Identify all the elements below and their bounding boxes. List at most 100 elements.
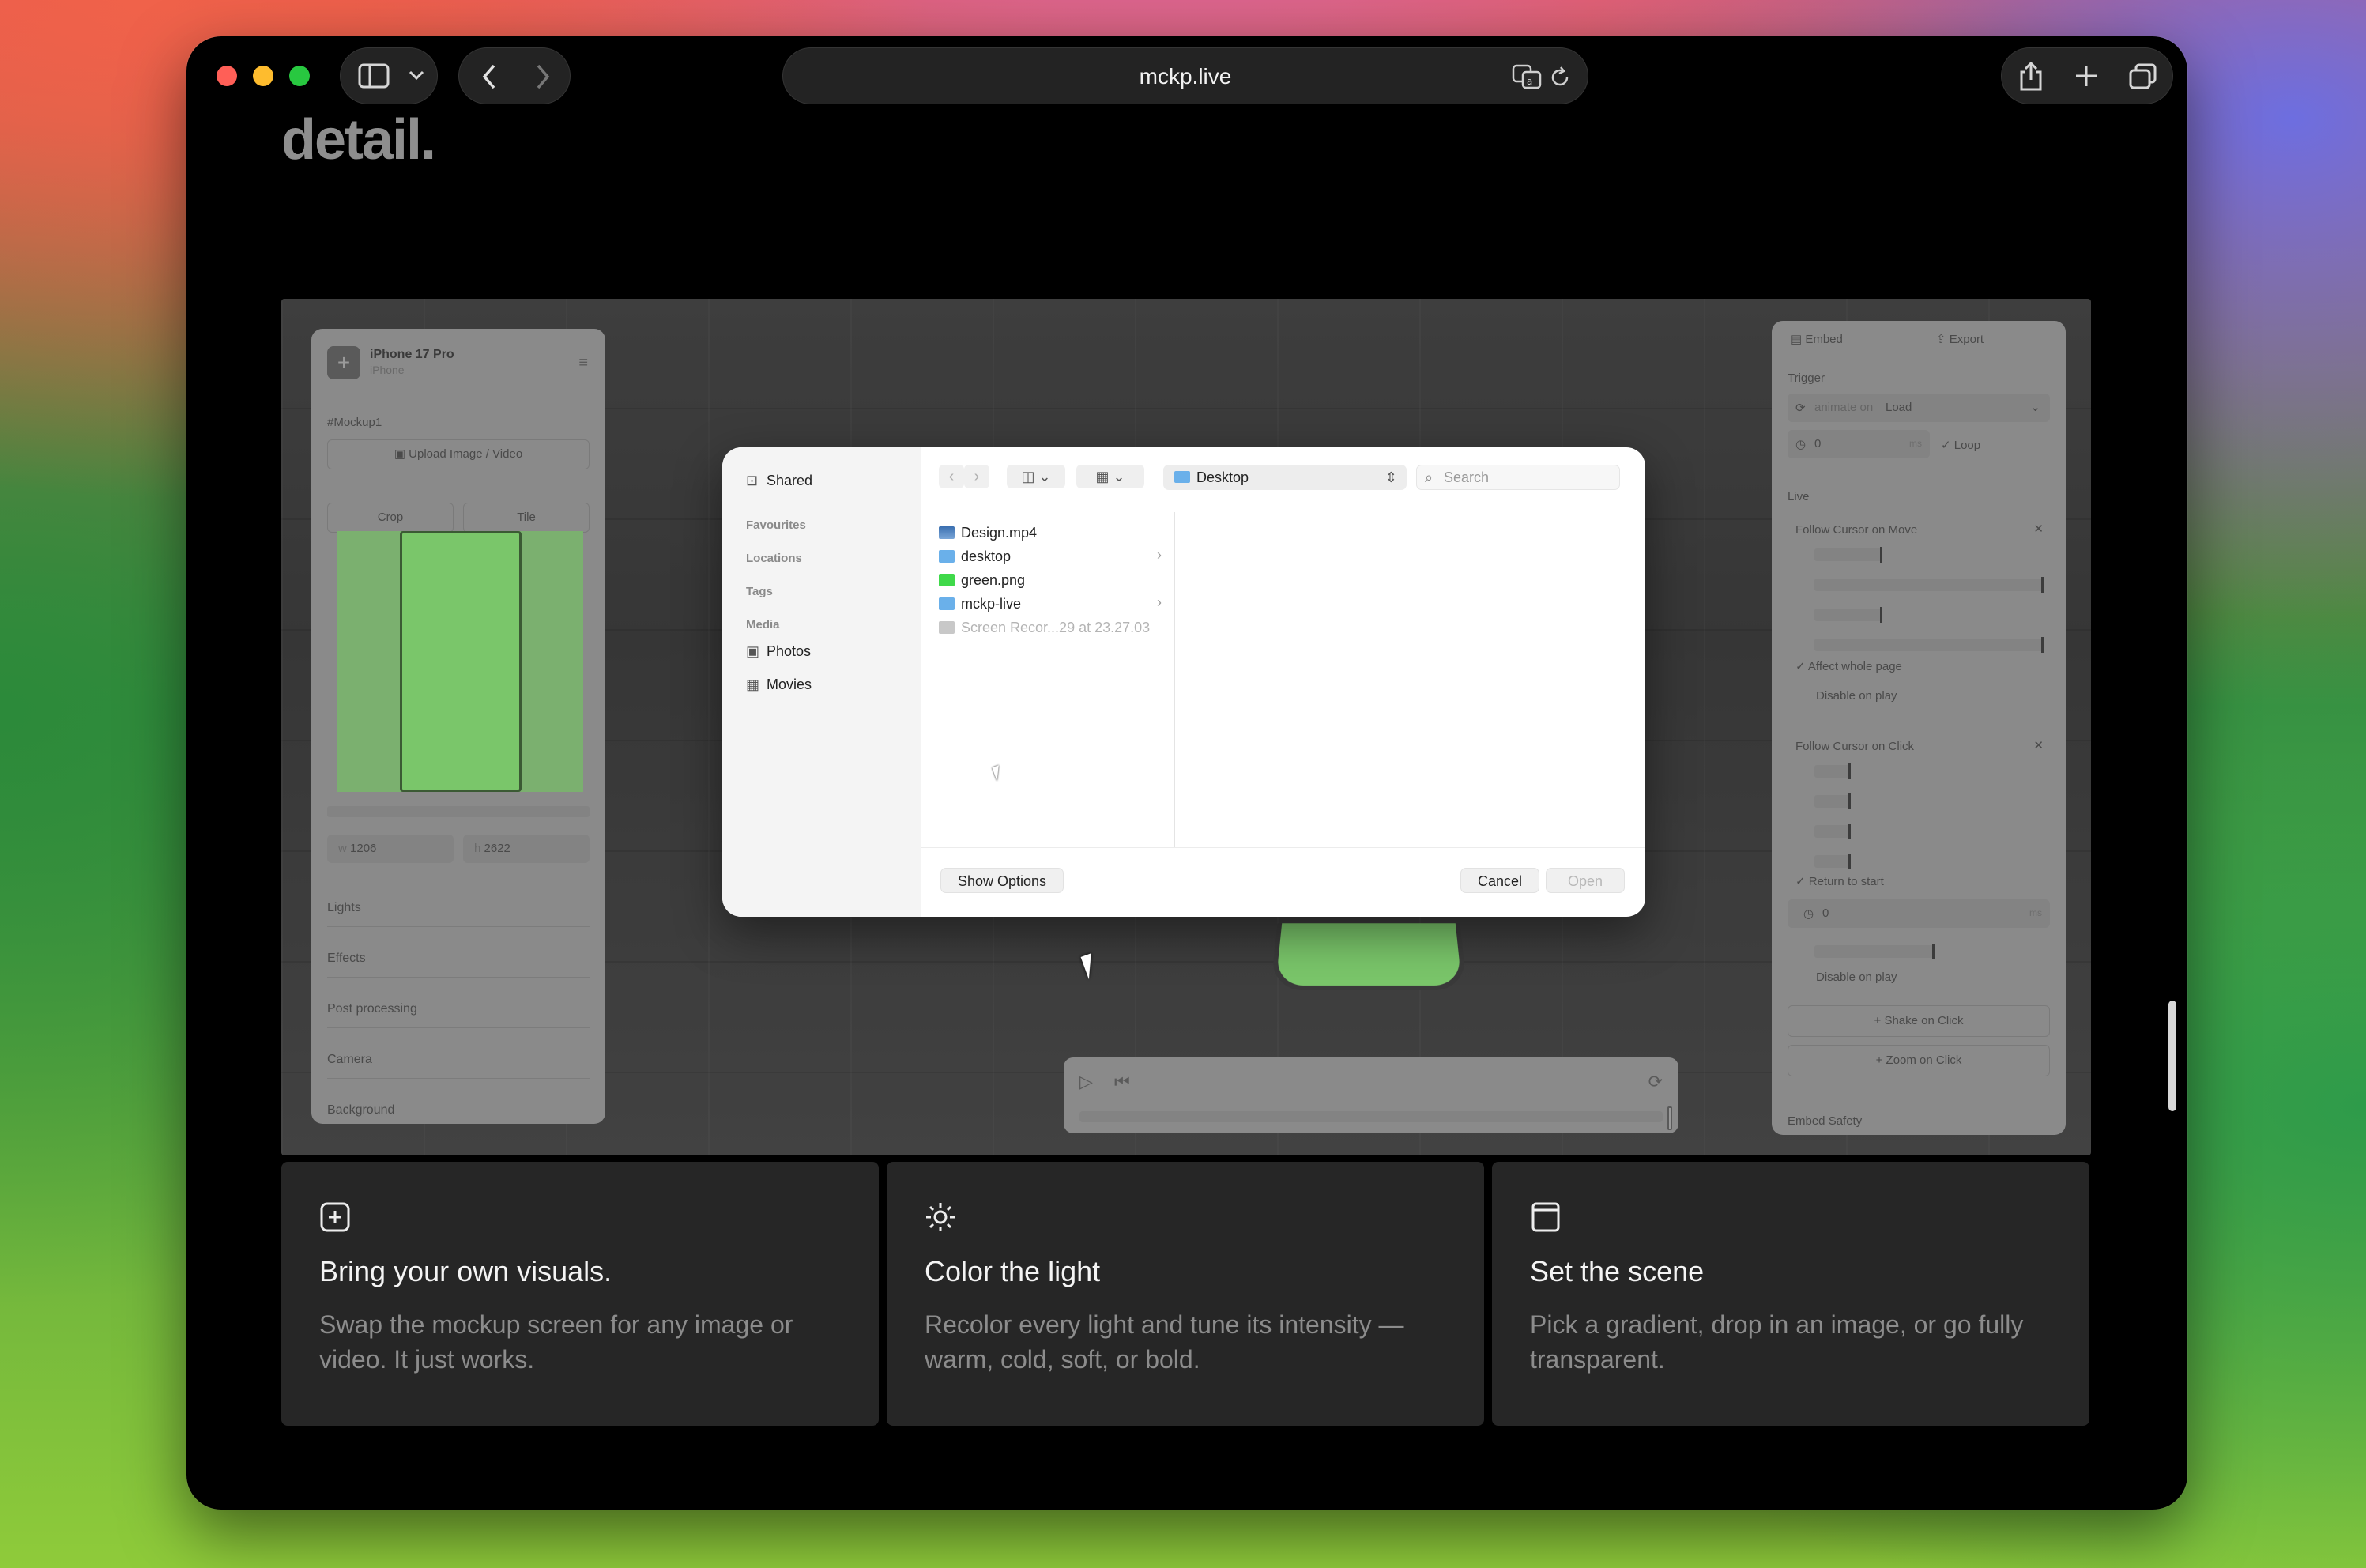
trigger-label: Trigger [1788, 371, 1825, 385]
folder-icon [939, 550, 955, 563]
menu-icon[interactable]: ≡ [578, 354, 588, 372]
click-slider-3[interactable] [1814, 824, 1851, 839]
folder-icon [1174, 471, 1190, 483]
device-header: + iPhone 17 Pro iPhone ≡ [327, 346, 588, 381]
feature-description: Swap the mockup screen for any image or … [319, 1310, 793, 1374]
search-input[interactable]: ⌕ Search [1416, 465, 1620, 490]
screen-crop-frame[interactable] [400, 531, 522, 792]
chevron-down-icon: ⌄ [2030, 401, 2040, 414]
chevron-down-icon[interactable] [407, 64, 426, 92]
click-delay-field[interactable]: ◷ 0 ms [1788, 899, 2050, 928]
clock-icon: ◷ [1795, 438, 1807, 451]
width-field[interactable]: w 1206 [327, 835, 454, 863]
click-slider-1[interactable] [1814, 763, 1851, 779]
refresh-icon: ⟳ [1795, 401, 1806, 415]
sidebar-icon[interactable] [358, 62, 390, 94]
share-icon[interactable] [2018, 61, 2044, 97]
move-slider-3[interactable] [1814, 607, 1882, 623]
affect-whole-page-checkbox[interactable]: ✓ Affect whole page [1795, 659, 1902, 673]
minimize-window-button[interactable] [253, 66, 273, 86]
chevron-right-icon: › [1157, 547, 1162, 563]
back-arrow-icon[interactable] [480, 62, 499, 96]
dialog-sidebar: ⊡ Shared Favourites Locations Tags Media … [722, 447, 921, 917]
playback-bar: ▷ ⏮ ⟳ [1064, 1057, 1678, 1133]
tab-overview-icon[interactable] [2128, 62, 2158, 96]
address-bar[interactable]: mckp.live a [782, 47, 1588, 104]
upload-button[interactable]: ▣ Upload Image / Video [327, 439, 590, 469]
section-background[interactable]: Background [327, 1103, 590, 1129]
disable-on-play-checkbox[interactable]: Disable on play [1816, 971, 1897, 984]
file-item[interactable]: desktop [939, 547, 1011, 566]
close-icon[interactable]: ✕ [2033, 522, 2044, 536]
reload-icon[interactable] [1548, 66, 1572, 94]
click-slider-4[interactable] [1814, 854, 1851, 869]
move-slider-4[interactable] [1814, 637, 2044, 653]
close-window-button[interactable] [217, 66, 237, 86]
section-lights[interactable]: Lights [327, 901, 590, 927]
height-field[interactable]: h 2622 [463, 835, 590, 863]
feature-card: Bring your own visuals. Swap the mockup … [281, 1162, 879, 1426]
nav-button-group [458, 47, 571, 104]
follow-click-label: Follow Cursor on Click [1795, 740, 1915, 753]
sidebar-item-photos[interactable]: ▣ Photos [746, 643, 811, 660]
tab-embed[interactable]: ▤ Embed [1791, 332, 1843, 346]
show-options-button[interactable]: Show Options [940, 868, 1064, 893]
play-icon[interactable]: ▷ [1079, 1072, 1093, 1092]
section-post-processing[interactable]: Post processing [327, 1002, 590, 1028]
move-slider-1[interactable] [1814, 547, 1882, 563]
back-arrow-icon[interactable]: ‹ [939, 465, 964, 488]
loop-checkbox[interactable]: ✓ Loop [1941, 438, 1980, 452]
tab-export[interactable]: ⇪ Export [1936, 332, 1984, 346]
section-effects[interactable]: Effects [327, 952, 590, 978]
trigger-select[interactable]: ⟳ animate on Load ⌄ [1788, 394, 2050, 422]
new-tab-icon[interactable] [2073, 62, 2100, 94]
timeline-playhead[interactable] [1667, 1106, 1672, 1130]
return-to-start-checkbox[interactable]: ✓ Return to start [1795, 874, 1884, 888]
rewind-icon[interactable]: ⏮ [1114, 1072, 1130, 1092]
view-mode-columns-button[interactable]: ◫ ⌄ [1007, 465, 1065, 488]
clock-icon: ◷ [1803, 907, 1814, 921]
click-slider-2[interactable] [1814, 793, 1851, 809]
export-icon: ⇪ [1936, 333, 1950, 346]
section-camera[interactable]: Camera [327, 1053, 590, 1079]
reload-icon[interactable]: ⟳ [1648, 1072, 1663, 1092]
device-subtitle: iPhone [370, 364, 405, 376]
cancel-button[interactable]: Cancel [1460, 868, 1539, 893]
file-item[interactable]: mckp-live [939, 594, 1021, 613]
tile-button[interactable]: Tile [463, 503, 590, 533]
close-icon[interactable]: ✕ [2033, 738, 2044, 752]
shake-on-click-button[interactable]: + Shake on Click [1788, 1005, 2050, 1037]
click-intensity-slider[interactable] [1814, 944, 1935, 959]
sidebar-item-movies[interactable]: ▦ Movies [746, 677, 812, 693]
sidebar-item-shared[interactable]: ⊡ Shared [746, 473, 812, 489]
location-select[interactable]: Desktop ⇕ [1163, 465, 1407, 490]
embed-icon: ▤ [1791, 333, 1806, 346]
file-item[interactable]: Design.mp4 [939, 523, 1037, 542]
feature-title: Set the scene [1530, 1255, 1705, 1287]
translate-icon[interactable]: a [1512, 64, 1542, 94]
embed-safety-label: Embed Safety [1788, 1114, 1863, 1128]
open-button[interactable]: Open [1546, 868, 1625, 893]
plus-icon[interactable]: + [327, 346, 360, 379]
page-scrollbar[interactable] [2168, 1001, 2176, 1111]
browser-window: mckp.live a detail. + iPhone 17 Pro iPho… [186, 36, 2187, 1510]
video-file-icon [939, 621, 955, 634]
feature-card: Color the light Recolor every light and … [887, 1162, 1484, 1426]
zoom-on-click-button[interactable]: + Zoom on Click [1788, 1045, 2050, 1076]
crop-button[interactable]: Crop [327, 503, 454, 533]
file-open-dialog: ⊡ Shared Favourites Locations Tags Media … [722, 447, 1645, 917]
folder-icon [939, 597, 955, 610]
delay-field[interactable]: ◷ 0 ms [1788, 430, 1930, 458]
zoom-window-button[interactable] [289, 66, 310, 86]
page-headline: detail. [281, 108, 436, 172]
grouping-button[interactable]: ▦ ⌄ [1076, 465, 1144, 488]
forward-arrow-icon[interactable]: › [964, 465, 989, 488]
timeline-track[interactable] [1079, 1111, 1663, 1122]
shared-folder-icon: ⊡ [746, 473, 759, 488]
preview-slider[interactable] [327, 806, 590, 817]
disable-on-play-checkbox[interactable]: Disable on play [1816, 689, 1897, 703]
forward-arrow-icon[interactable] [533, 62, 552, 96]
file-item[interactable]: green.png [939, 571, 1025, 590]
search-icon: ⌕ [1425, 469, 1434, 485]
move-slider-2[interactable] [1814, 577, 2044, 593]
